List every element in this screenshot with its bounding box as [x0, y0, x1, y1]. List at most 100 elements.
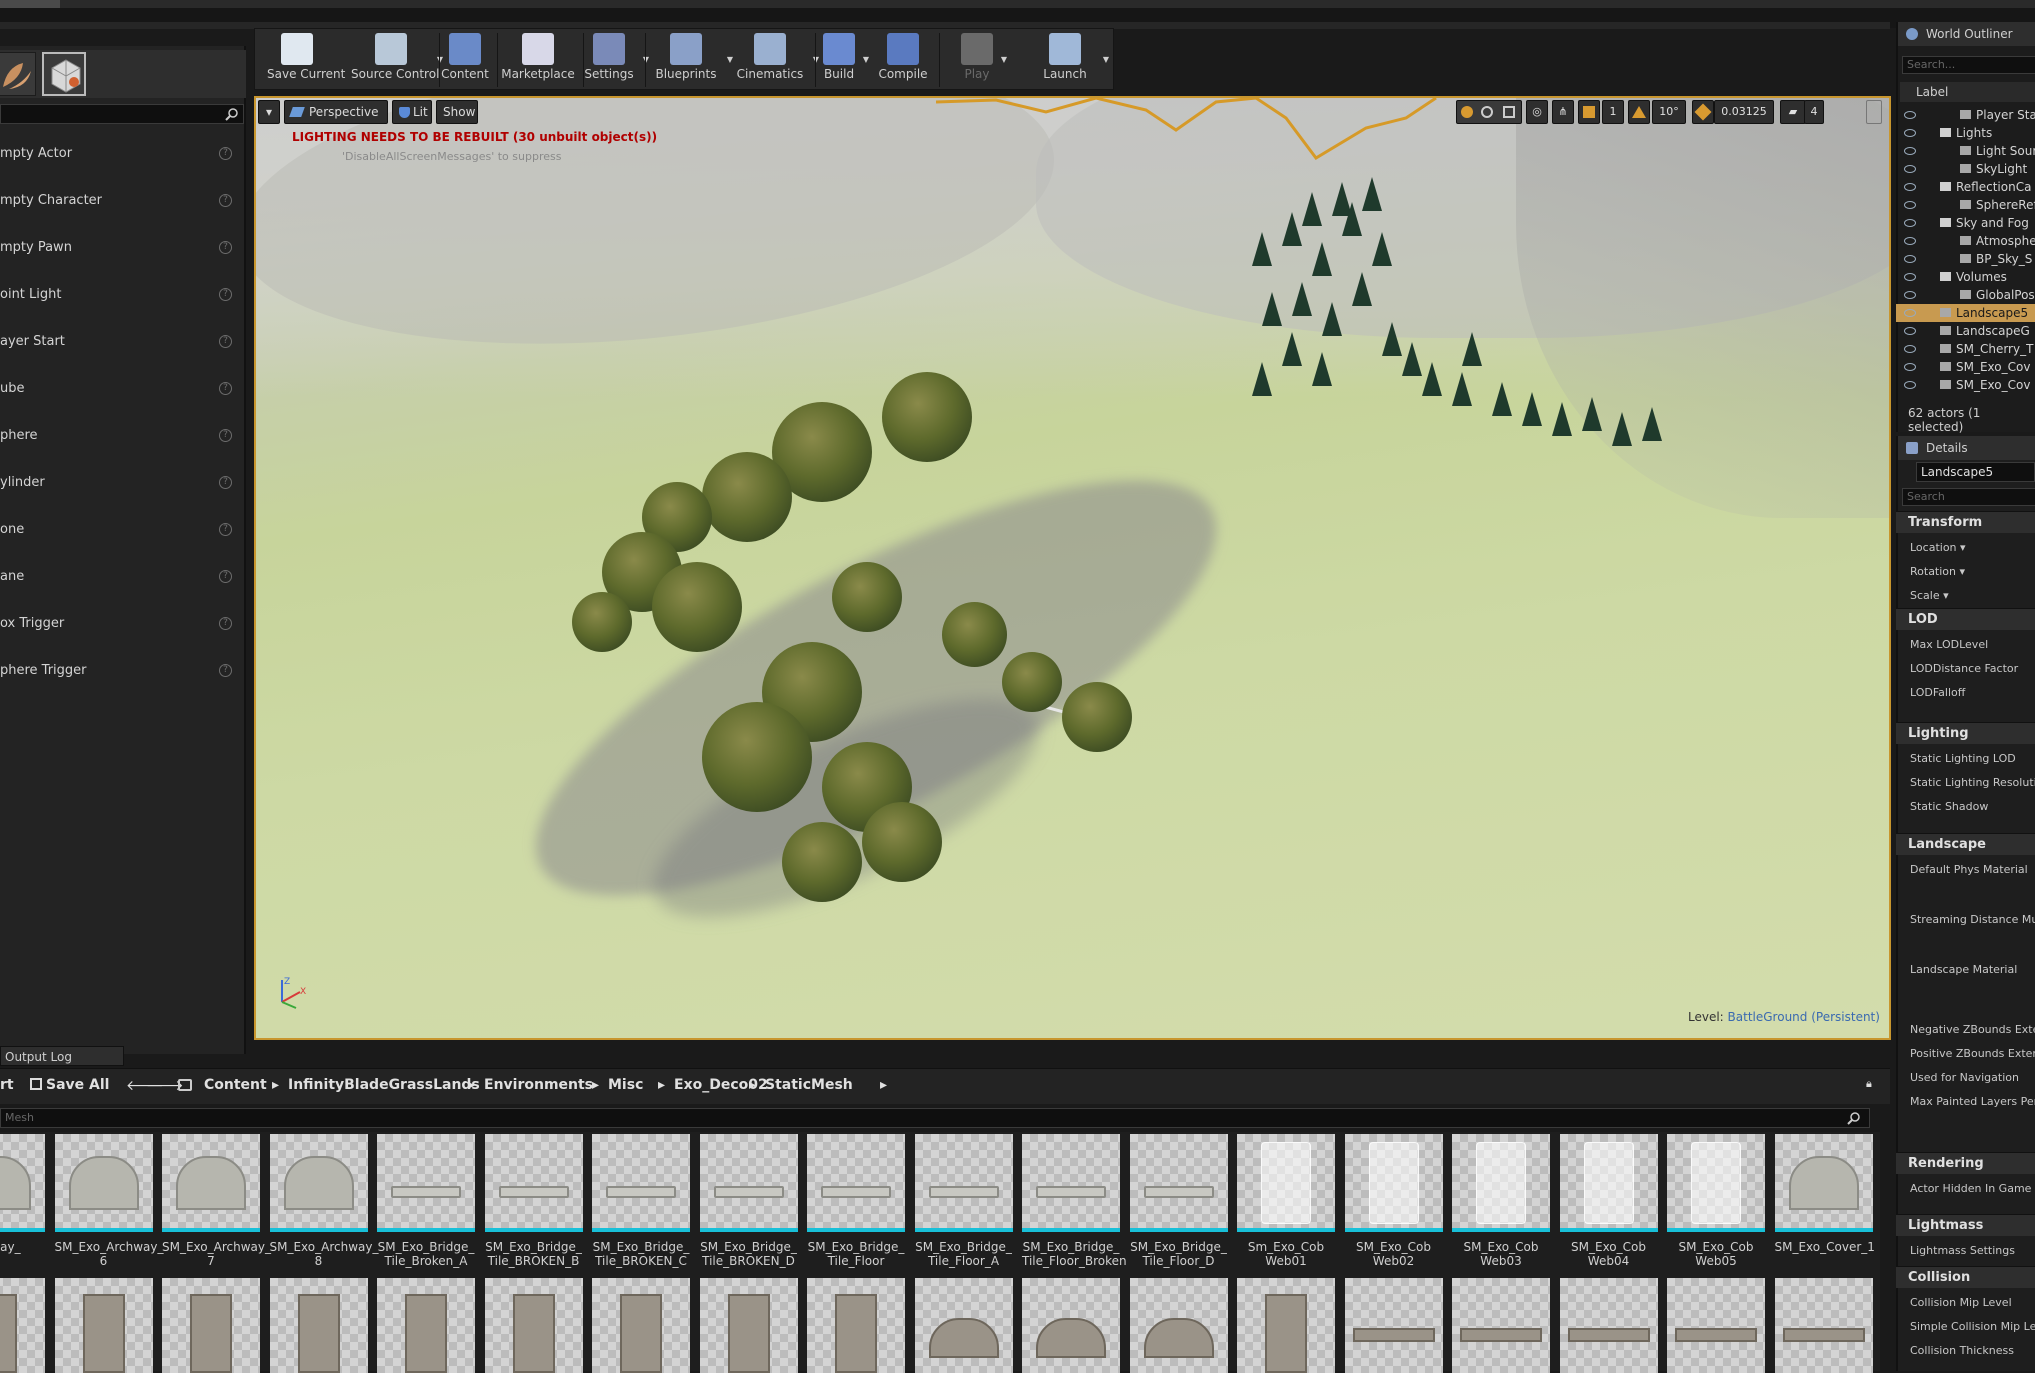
move-icon[interactable] [1461, 106, 1473, 118]
save-current-button[interactable]: Save Current [267, 31, 345, 89]
rotation-snap-value[interactable]: 10° [1652, 100, 1686, 124]
viewport-menu-button[interactable]: ▾ [258, 100, 280, 124]
scale-snap-icon[interactable] [1692, 100, 1714, 124]
place-actor-item[interactable]: ylinder? [0, 459, 244, 506]
asset-tile[interactable] [1774, 1278, 1873, 1373]
chevron-down-icon[interactable]: ▼ [1001, 55, 1007, 64]
asset-tile[interactable] [807, 1278, 905, 1373]
details-category[interactable]: Lightmass [1896, 1214, 2035, 1236]
outliner-row[interactable]: Player Sta [1896, 106, 2035, 124]
eye-icon[interactable] [1904, 129, 1916, 137]
asset-tile[interactable]: SM_Exo_Bridge_ Tile_Floor_Broken [1022, 1134, 1127, 1268]
import-button[interactable]: rt [0, 1077, 14, 1093]
details-property[interactable]: Static Lighting Resolutio [1910, 776, 2035, 789]
grid-snap-icon[interactable] [1578, 100, 1600, 124]
breadcrumb-item[interactable]: Misc [608, 1077, 643, 1093]
details-property[interactable]: LODDistance Factor [1910, 662, 2018, 675]
asset-tile[interactable] [1237, 1278, 1335, 1373]
lock-icon[interactable]: 🔒︎ [1866, 1077, 1872, 1091]
chevron-down-icon[interactable]: ▼ [863, 55, 869, 64]
place-actor-item[interactable]: ube? [0, 365, 244, 412]
camera-speed-value[interactable]: 4 [1804, 100, 1824, 124]
chevron-right-icon[interactable]: ▸ [749, 1077, 756, 1093]
help-icon[interactable]: ? [219, 523, 232, 536]
help-icon[interactable]: ? [219, 476, 232, 489]
details-search[interactable]: Search [1902, 488, 2035, 506]
asset-tile[interactable]: SM_Exo_Bridge_ Tile_Broken_A [377, 1134, 475, 1268]
asset-tile[interactable]: SM_Exo_Cob Web02 [1344, 1134, 1443, 1268]
asset-tile[interactable] [54, 1278, 153, 1373]
rotation-snap-icon[interactable] [1628, 100, 1650, 124]
actor-name-field[interactable]: Landscape5 [1916, 462, 2035, 482]
eye-icon[interactable] [1904, 219, 1916, 227]
save-all-button[interactable]: Save All [30, 1077, 109, 1093]
asset-tile[interactable] [914, 1278, 1013, 1373]
maximize-viewport-icon[interactable] [1866, 100, 1882, 124]
help-icon[interactable]: ? [219, 147, 232, 160]
details-property[interactable]: Negative ZBounds Exten [1910, 1023, 2035, 1036]
outliner-row[interactable]: Volumes [1896, 268, 2035, 286]
asset-tile[interactable] [1344, 1278, 1443, 1373]
surface-snap-icon[interactable]: ⋔ [1552, 100, 1574, 124]
output-log-tab[interactable]: Output Log [0, 1046, 124, 1066]
details-property[interactable]: Max Painted Layers Per [1910, 1095, 2035, 1108]
place-actor-item[interactable]: oint Light? [0, 271, 244, 318]
place-actor-item[interactable]: phere Trigger? [0, 647, 244, 694]
perspective-button[interactable]: Perspective [284, 100, 388, 124]
world-local-icon[interactable]: ◎ [1526, 100, 1548, 124]
details-category[interactable]: Collision [1896, 1266, 2035, 1288]
outliner-tab[interactable]: World Outliner [1898, 22, 2035, 46]
launch-button[interactable]: Launch ▼ [1033, 31, 1109, 89]
asset-tile[interactable] [0, 1278, 45, 1373]
help-icon[interactable]: ? [219, 241, 232, 254]
asset-tile[interactable]: SM_Exo_Cob Web03 [1452, 1134, 1550, 1268]
eye-icon[interactable] [1904, 273, 1916, 281]
details-category[interactable]: Lighting [1896, 722, 2035, 744]
eye-icon[interactable] [1904, 381, 1916, 389]
outliner-row[interactable]: Lights [1896, 124, 2035, 142]
details-property[interactable]: Scale ▾ [1910, 589, 1949, 602]
place-actor-item[interactable]: mpty Character? [0, 177, 244, 224]
breadcrumb-item[interactable]: Environments [484, 1077, 593, 1093]
eye-icon[interactable] [1904, 165, 1916, 173]
chevron-right-icon[interactable]: ▸ [272, 1077, 279, 1093]
details-category[interactable]: Rendering [1896, 1152, 2035, 1174]
asset-tile[interactable]: SM_Exo_Bridge_ Tile_BROKEN_B [484, 1134, 583, 1268]
eye-icon[interactable] [1904, 237, 1916, 245]
asset-tile[interactable] [699, 1278, 798, 1373]
content-button[interactable]: Content [441, 31, 489, 89]
outliner-label-header[interactable]: Label [1900, 82, 2035, 102]
outliner-row[interactable]: Light Sour [1896, 142, 2035, 160]
marketplace-button[interactable]: Marketplace [501, 31, 575, 89]
outliner-row[interactable]: SM_Exo_Cov [1896, 358, 2035, 376]
asset-tile[interactable]: SM_Exo_Archway_ 8 [269, 1134, 378, 1268]
scale-snap-value[interactable]: 0.03125 [1714, 100, 1774, 124]
help-icon[interactable]: ? [219, 664, 232, 677]
outliner-row[interactable]: Landscape5 [1896, 304, 2035, 322]
asset-tile[interactable] [377, 1278, 475, 1373]
play-button[interactable]: Play ▼ [959, 31, 1007, 89]
help-icon[interactable]: ? [219, 429, 232, 442]
asset-tile[interactable]: SM_Exo_Bridge_ Tile_BROKEN_C [592, 1134, 690, 1268]
details-property[interactable]: Static Lighting LOD [1910, 752, 2016, 765]
help-icon[interactable]: ? [219, 382, 232, 395]
asset-tile[interactable] [162, 1278, 260, 1373]
details-property[interactable]: Collision Thickness [1910, 1344, 2014, 1357]
asset-tile[interactable] [1129, 1278, 1228, 1373]
details-property[interactable]: Max LODLevel [1910, 638, 1988, 651]
outliner-row[interactable]: LandscapeG [1896, 322, 2035, 340]
breadcrumb-item[interactable]: InfinityBladeGrassLands [288, 1077, 480, 1093]
outliner-row[interactable]: BP_Sky_S [1896, 250, 2035, 268]
asset-tile[interactable]: SM_Exo_Archway_ 6 [54, 1134, 163, 1268]
asset-tile[interactable] [484, 1278, 583, 1373]
eye-icon[interactable] [1904, 147, 1916, 155]
place-actor-item[interactable]: one? [0, 506, 244, 553]
eye-icon[interactable] [1904, 363, 1916, 371]
outliner-row[interactable]: SM_Cherry_T [1896, 340, 2035, 358]
details-property[interactable]: Rotation ▾ [1910, 565, 1965, 578]
details-property[interactable]: Collision Mip Level [1910, 1296, 2012, 1309]
asset-search-input[interactable]: Mesh [0, 1108, 1870, 1128]
asset-tile[interactable] [1667, 1278, 1765, 1373]
asset-tile[interactable]: SM_Exo_Bridge_ Tile_Floor_A [914, 1134, 1013, 1268]
place-actor-item[interactable]: ox Trigger? [0, 600, 244, 647]
